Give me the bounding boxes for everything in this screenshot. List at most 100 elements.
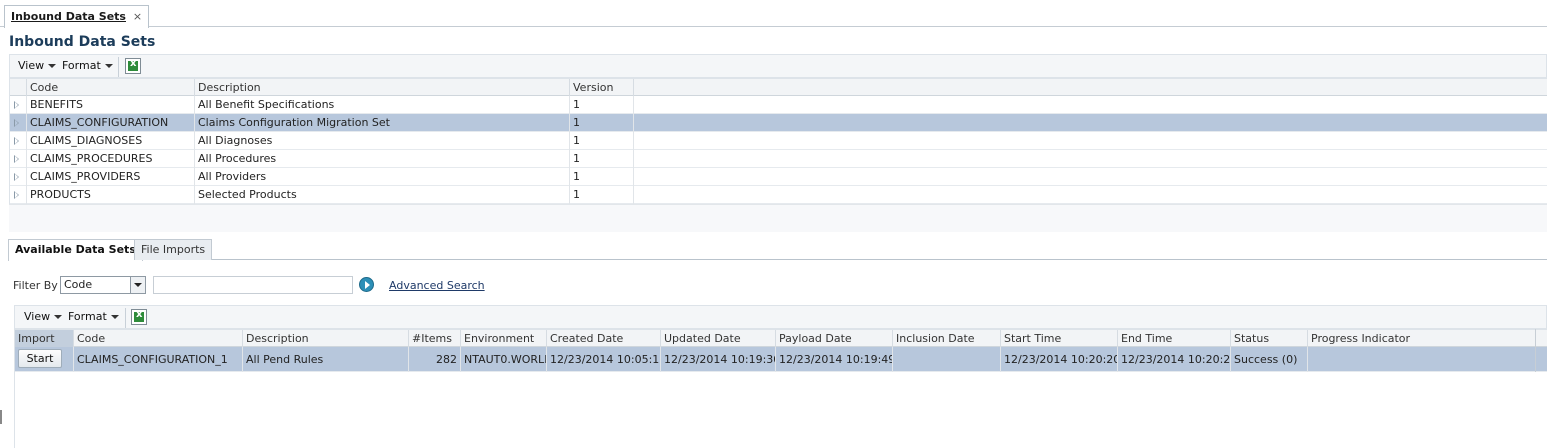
chevron-right-icon[interactable]	[14, 173, 19, 181]
format-menu-button[interactable]: Format	[68, 310, 119, 323]
toolbar-divider	[118, 57, 119, 77]
cell-items: 282	[409, 347, 461, 372]
row-expander[interactable]	[10, 186, 27, 204]
row-expander[interactable]	[10, 168, 27, 186]
filter-by-label: Filter By	[13, 279, 58, 292]
cell-version: 1	[570, 150, 634, 168]
cell-version: 1	[570, 96, 634, 114]
table-row[interactable]: CLAIMS_DIAGNOSES All Diagnoses 1	[10, 132, 1547, 150]
chevron-down-icon	[54, 315, 63, 319]
table-row[interactable]: CLAIMS_PROVIDERS All Providers 1	[10, 168, 1547, 186]
subtab-bar: Available Data Sets File Imports	[8, 238, 1547, 261]
doc-tab-label: Inbound Data Sets	[11, 10, 126, 23]
chevron-right-icon[interactable]	[14, 191, 19, 199]
cell-version: 1	[570, 114, 634, 132]
cell-inclusion-date	[893, 347, 1001, 372]
toolbar-divider	[125, 308, 126, 328]
table-row[interactable]: CLAIMS_PROCEDURES All Procedures 1	[10, 150, 1547, 168]
row-expander[interactable]	[10, 150, 27, 168]
cell-description: All Diagnoses	[195, 132, 570, 150]
document-tabbar: Inbound Data Sets ×	[0, 0, 1547, 28]
tab-file-imports[interactable]: File Imports	[134, 239, 213, 260]
format-menu-button[interactable]: Format	[62, 59, 113, 72]
cell-code: BENEFITS	[27, 96, 195, 114]
row-expander[interactable]	[10, 132, 27, 150]
header-end-time[interactable]: End Time	[1118, 330, 1231, 348]
export-excel-icon[interactable]	[131, 309, 147, 325]
view-menu-label: View	[24, 310, 51, 323]
format-menu-label: Format	[62, 59, 101, 72]
cell-status: Success (0)	[1231, 347, 1308, 372]
header-version[interactable]: Version	[570, 79, 634, 97]
advanced-search-link[interactable]: Advanced Search	[389, 279, 485, 292]
cell-description: All Providers	[195, 168, 570, 186]
start-import-button[interactable]: Start	[18, 349, 62, 368]
header-status[interactable]: Status	[1231, 330, 1308, 348]
cell-description: All Procedures	[195, 150, 570, 168]
chevron-right-icon[interactable]	[14, 137, 19, 145]
available-toolbar: View Format	[14, 305, 1547, 329]
header-progress-indicator[interactable]: Progress Indicator	[1308, 330, 1536, 348]
chevron-right-icon[interactable]	[14, 155, 19, 163]
chevron-right-icon[interactable]	[14, 101, 19, 109]
header-created-date[interactable]: Created Date	[547, 330, 661, 348]
header-inclusion-date[interactable]: Inclusion Date	[893, 330, 1001, 348]
cell-code: CLAIMS_PROVIDERS	[27, 168, 195, 186]
cell-start-time: 12/23/2014 10:20:20	[1001, 347, 1118, 372]
view-menu-button[interactable]: View	[24, 310, 63, 323]
header-environment[interactable]: Environment	[461, 330, 547, 348]
cell-code: CLAIMS_CONFIGURATION	[27, 114, 195, 132]
table-header: Code Description Version	[10, 78, 1547, 97]
header-payload-date[interactable]: Payload Date	[776, 330, 893, 348]
header-updated-date[interactable]: Updated Date	[661, 330, 776, 348]
chevron-down-icon	[104, 64, 113, 68]
tab-available-data-sets[interactable]: Available Data Sets	[8, 239, 143, 261]
window-edge-marker	[0, 410, 2, 424]
cell-description: Claims Configuration Migration Set	[195, 114, 570, 132]
cell-version: 1	[570, 186, 634, 204]
datasets-toolbar: View Format	[9, 54, 1547, 78]
close-icon[interactable]: ×	[133, 10, 142, 23]
column-divider	[1535, 329, 1536, 372]
datasets-table: Code Description Version BENEFITS All Be…	[9, 78, 1547, 204]
view-menu-button[interactable]: View	[18, 59, 57, 72]
cell-import: Start	[15, 347, 74, 372]
filter-value-input[interactable]	[153, 276, 353, 294]
available-data-sets-table: Import Code Description #Items Environme…	[14, 329, 1547, 448]
header-code[interactable]: Code	[27, 79, 195, 97]
row-expander[interactable]	[10, 96, 27, 114]
filter-field-value: Code	[64, 278, 93, 291]
header-code[interactable]: Code	[74, 330, 243, 348]
header-start-time[interactable]: Start Time	[1001, 330, 1118, 348]
cell-progress-indicator	[1308, 347, 1536, 372]
cell-version: 1	[570, 132, 634, 150]
filter-field-select[interactable]: Code	[60, 276, 146, 294]
chevron-down-icon	[110, 315, 119, 319]
header-expander	[10, 79, 27, 97]
export-excel-icon[interactable]	[125, 58, 141, 74]
table-row-selected[interactable]: CLAIMS_CONFIGURATION Claims Configuratio…	[10, 114, 1547, 132]
table-row-selected[interactable]: Start CLAIMS_CONFIGURATION_1 All Pend Ru…	[15, 347, 1547, 372]
cell-version: 1	[570, 168, 634, 186]
table-footer-area	[9, 204, 1547, 232]
cell-code: CLAIMS_CONFIGURATION_1	[74, 347, 243, 372]
header-items[interactable]: #Items	[409, 330, 461, 348]
cell-created-date: 12/23/2014 10:05:13	[547, 347, 661, 372]
format-menu-label: Format	[68, 310, 107, 323]
page-title: Inbound Data Sets	[9, 34, 156, 50]
table-row[interactable]: BENEFITS All Benefit Specifications 1	[10, 96, 1547, 114]
dropdown-arrow-icon[interactable]	[130, 277, 145, 293]
header-description[interactable]: Description	[243, 330, 409, 348]
cell-environment: NTAUT0.WORLD	[461, 347, 547, 372]
go-search-icon[interactable]	[359, 277, 374, 292]
table-row[interactable]: PRODUCTS Selected Products 1	[10, 186, 1547, 204]
header-description[interactable]: Description	[195, 79, 570, 97]
cell-code: CLAIMS_PROCEDURES	[27, 150, 195, 168]
view-menu-label: View	[18, 59, 45, 72]
doc-tab-inbound-data-sets[interactable]: Inbound Data Sets ×	[4, 5, 150, 28]
chevron-right-icon[interactable]	[14, 119, 19, 127]
header-import[interactable]: Import	[15, 330, 74, 348]
cell-updated-date: 12/23/2014 10:19:30	[661, 347, 776, 372]
row-expander[interactable]	[10, 114, 27, 132]
cell-code: CLAIMS_DIAGNOSES	[27, 132, 195, 150]
